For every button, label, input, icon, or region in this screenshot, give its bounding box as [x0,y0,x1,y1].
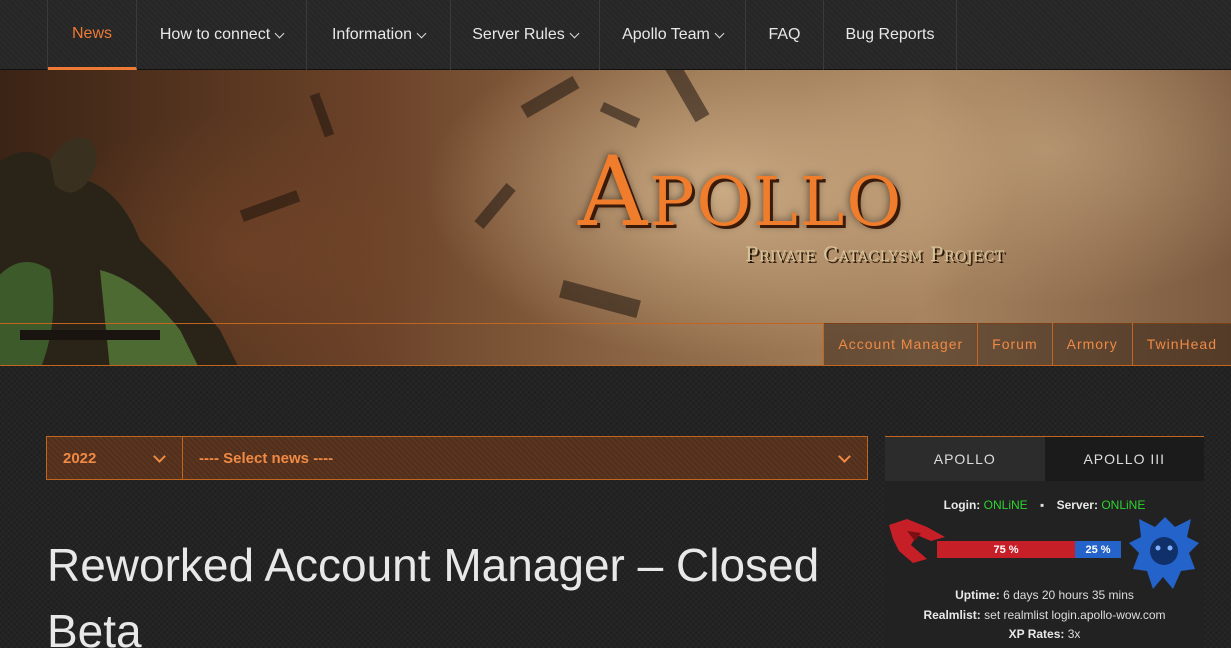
login-status: ONLiNE [983,498,1028,512]
xp-rates-label: XP Rates: [1008,627,1065,641]
nav-item-information[interactable]: Information [307,0,451,70]
separator-dot: ▪ [1040,498,1045,512]
chevron-down-icon [569,28,580,38]
horde-percentage: 75 % [993,543,1019,556]
banner-decoration [660,70,710,123]
faction-balance-bar: 75 % 25 % [937,541,1121,558]
header-banner: Apollo Private Cataclysm Project Account… [0,70,1231,366]
nav-item-label: Bug Reports [845,26,935,43]
realm-tabs: APOLLO APOLLO III [885,437,1204,481]
tab-apollo[interactable]: APOLLO [885,437,1045,481]
chevron-down-icon [153,450,166,463]
nav-item-label: Apollo Team [622,26,710,43]
banner-logo-title: Apollo [578,136,904,248]
forum-link[interactable]: Forum [977,323,1052,365]
chevron-down-icon [838,450,851,463]
xp-rates-line: XP Rates: 3x [885,627,1204,641]
armory-link[interactable]: Armory [1051,323,1132,365]
server-status-line: Login: ONLiNE ▪ Server: ONLiNE [885,498,1204,512]
nav-item-news[interactable]: News [48,0,137,70]
chevron-down-icon [714,28,725,38]
alliance-percentage: 25 % [1085,543,1111,556]
orc-character-illustration [0,137,238,365]
nav-item-apollo-team[interactable]: Apollo Team [600,0,746,70]
uptime-value: 6 days 20 hours 35 mins [1003,588,1134,602]
banner-logo-subtitle: Private Cataclysm Project [745,242,1005,266]
banner-decoration [599,102,641,128]
realmlist-label: Realmlist: [923,608,981,622]
top-navigation: News How to connect Information Server R… [0,0,1231,70]
banner-decoration [520,75,580,119]
year-select[interactable]: 2022 [46,436,183,480]
secondary-navigation: Account Manager Forum Armory TwinHead [823,323,1231,365]
banner-decoration [309,92,335,138]
alliance-lion-icon [1129,517,1199,589]
uptime-label: Uptime: [955,588,1000,602]
nav-item-label: Server Rules [472,26,565,43]
xp-rates-value: 3x [1067,627,1081,641]
nav-item-server-rules[interactable]: Server Rules [451,0,600,70]
server-status: ONLiNE [1101,498,1146,512]
login-label: Login: [943,498,981,512]
nav-item-faq[interactable]: FAQ [746,0,824,70]
twinhead-link[interactable]: TwinHead [1131,323,1231,365]
realmlist-value: set realmlist login.apollo-wow.com [984,608,1166,622]
banner-decoration [474,182,516,230]
article-title: Reworked Account Manager – Closed Beta [47,539,820,648]
nav-item-label: FAQ [768,26,801,43]
uptime-line: Uptime: 6 days 20 hours 35 mins [885,588,1204,602]
horde-percentage-bar: 75 % [937,541,1075,558]
banner-decoration [559,279,641,319]
nav-item-bug-reports[interactable]: Bug Reports [824,0,957,70]
news-filter: 2022 ---- Select news ---- [46,436,868,480]
tab-apollo-iii[interactable]: APOLLO III [1044,437,1204,481]
realmlist-line: Realmlist: set realmlist login.apollo-wo… [885,608,1204,622]
server-status-panel: APOLLO APOLLO III Login: ONLiNE ▪ Server… [885,436,1204,648]
server-label: Server: [1056,498,1098,512]
nav-item-label: News [71,24,112,42]
account-manager-link[interactable]: Account Manager [823,323,978,365]
nav-item-label: How to connect [159,26,271,43]
news-select-value: ---- Select news ---- [199,449,334,467]
nav-item-label: Information [331,26,413,43]
news-select[interactable]: ---- Select news ---- [183,436,868,480]
year-select-value: 2022 [63,449,97,467]
chevron-down-icon [416,28,427,38]
chevron-down-icon [274,28,285,38]
nav-item-how-to-connect[interactable]: How to connect [137,0,307,70]
alliance-percentage-bar: 25 % [1075,541,1121,558]
